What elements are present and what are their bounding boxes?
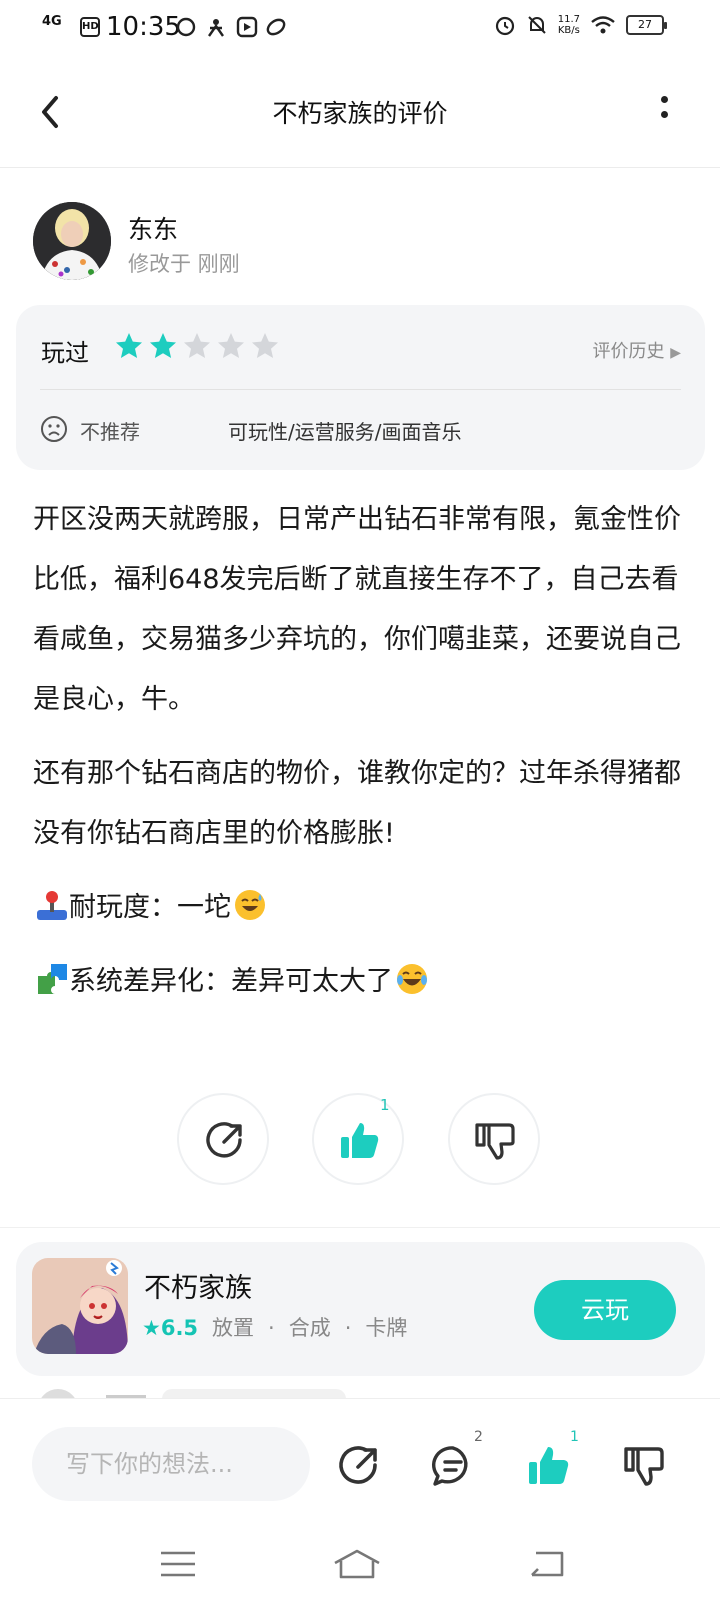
like-count: 1 — [570, 1429, 579, 1445]
signal-indicator: 4G — [42, 14, 62, 29]
next-item-peek — [36, 1386, 366, 1398]
wifi-icon — [591, 16, 615, 34]
rating-card: 玩过 评价历史 ▶ 不推荐 可玩性/运营服务/画面音乐 — [16, 305, 705, 470]
cloud-play-button[interactable]: 云玩 — [534, 1280, 676, 1340]
like-button[interactable] — [312, 1093, 404, 1185]
star-filled-icon — [116, 333, 142, 358]
thumbs-down-icon[interactable] — [622, 1443, 668, 1489]
review-paragraph: 开区没两天就跨服，日常产出钻石非常有限，氪金性价比低，福利648发完后断了就直接… — [33, 504, 681, 715]
modified-time: 修改于 刚刚 — [128, 252, 240, 276]
played-label: 玩过 — [41, 339, 89, 367]
star-empty-icon — [218, 333, 244, 358]
thumbs-down-icon — [475, 1123, 515, 1160]
peek-shapes — [41, 1389, 346, 1398]
tears-of-joy-emoji-icon — [397, 964, 427, 994]
battery-icon: 27 — [626, 15, 667, 35]
share-button[interactable] — [177, 1093, 269, 1185]
comment-icon[interactable] — [430, 1443, 476, 1489]
notification-icons — [176, 15, 296, 44]
more-options-icon[interactable] — [660, 96, 670, 126]
game-tag: 放置 — [212, 1316, 255, 1340]
game-icon[interactable] — [32, 1258, 128, 1354]
top-navigation: 不朽家族的评价 — [0, 56, 720, 168]
game-card[interactable]: 不朽家族 ★6.5 放置 · 合成 · 卡牌 云玩 — [16, 1242, 705, 1376]
author-name[interactable]: 东东 — [128, 210, 178, 246]
comment-count: 2 — [474, 1429, 483, 1445]
status-bar: 4G HD 10:35 11.7 KB/s 27 — [0, 0, 720, 56]
game-meta: ★6.5 放置 · 合成 · 卡牌 — [142, 1316, 408, 1340]
net-speed: 11.7 KB/s — [557, 14, 580, 36]
rating-history-link[interactable]: 评价历史 ▶ — [592, 337, 681, 363]
sad-face-icon — [41, 416, 67, 442]
review-line: 耐玩度：一坨 — [33, 878, 683, 938]
triangle-right-icon: ▶ — [670, 345, 681, 361]
not-recommend-label: 不推荐 — [80, 420, 140, 444]
review-paragraph: 还有那个钻石商店的物价，谁教你定的？过年杀得猪都没有你钻石商店里的价格膨胀! — [33, 758, 681, 849]
alarm-icon — [495, 16, 514, 36]
avatar-image — [33, 202, 111, 280]
review-line: 系统差异化：差异可太大了 — [33, 952, 683, 1012]
star-icon: ★ — [142, 1316, 161, 1340]
divider — [40, 389, 681, 390]
puzzle-emoji-icon — [38, 964, 67, 994]
clock: 10:35 — [106, 12, 181, 42]
star-empty-icon — [252, 333, 278, 358]
share-icon — [206, 1122, 242, 1158]
star-empty-icon — [184, 333, 210, 358]
review-content: 开区没两天就跨服，日常产出钻石非常有限，氪金性价比低，福利648发完后断了就直接… — [33, 490, 683, 1016]
like-count: 1 — [380, 1096, 390, 1114]
avatar[interactable] — [33, 202, 111, 280]
mute-icon — [528, 16, 546, 34]
thumbs-up-icon[interactable] — [526, 1443, 572, 1489]
system-status: 11.7 KB/s 27 — [494, 14, 667, 36]
game-artwork — [32, 1258, 128, 1354]
app-notification-icon — [176, 16, 286, 38]
joystick-emoji-icon — [37, 891, 67, 920]
page-title: 不朽家族的评价 — [272, 99, 448, 128]
menu-icon[interactable] — [158, 1547, 198, 1581]
game-name[interactable]: 不朽家族 — [144, 1266, 252, 1305]
back-icon[interactable] — [528, 1547, 568, 1581]
game-score: 6.5 — [160, 1316, 199, 1340]
hd-icon: HD — [80, 17, 100, 37]
game-tag: 合成 — [288, 1316, 331, 1340]
game-tag: 卡牌 — [365, 1316, 408, 1340]
sweat-smile-emoji-icon — [235, 890, 265, 920]
dislike-button[interactable] — [448, 1093, 540, 1185]
share-icon[interactable] — [336, 1443, 382, 1489]
comment-input[interactable]: 写下你的想法... — [32, 1427, 310, 1501]
review-tags: 可玩性/运营服务/画面音乐 — [228, 420, 462, 444]
star-rating — [114, 331, 280, 361]
star-filled-icon — [150, 333, 176, 358]
home-icon[interactable] — [332, 1547, 382, 1581]
bottom-action-bar: 写下你的想法... 2 1 — [0, 1398, 720, 1605]
thumbs-up-icon — [341, 1123, 379, 1158]
divider — [0, 1227, 720, 1228]
